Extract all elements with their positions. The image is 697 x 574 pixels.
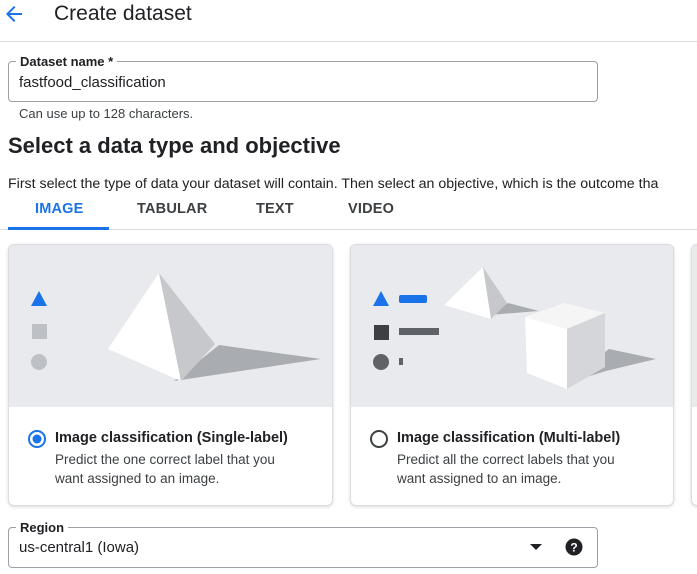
region-value: us-central1 (Iowa) [19,539,140,556]
card-description-multi-label: Predict all the correct labels that you … [397,452,615,486]
tab-image[interactable]: IMAGE [35,201,84,217]
triangle-icon [31,291,47,306]
objective-card-partial[interactable] [691,244,697,506]
circle-icon [373,354,389,370]
tab-video[interactable]: VIDEO [348,201,394,217]
square-icon [374,325,389,340]
card-title-multi-label: Image classification (Multi-label) [397,430,621,446]
square-icon [32,324,47,339]
triangle-icon [373,291,389,306]
multi-label-illustration [351,245,673,407]
tab-text[interactable]: TEXT [256,201,294,217]
partial-card-illustration [692,245,697,407]
single-label-illustration [9,245,332,407]
svg-text:?: ? [570,541,577,555]
page-title: Create dataset [54,2,192,25]
card-title-single-label: Image classification (Single-label) [55,430,288,446]
objective-card-multi-label[interactable]: Image classification (Multi-label) Predi… [350,244,674,506]
page-header: Create dataset [0,0,697,42]
active-tab-indicator [8,227,109,230]
dataset-name-hint: Can use up to 128 characters. [19,106,194,121]
dropdown-arrow-icon[interactable] [529,540,543,554]
dataset-name-field[interactable]: Dataset name * [8,54,598,102]
help-icon[interactable]: ? [565,538,583,556]
tab-tabular[interactable]: TABULAR [137,201,207,217]
objective-card-single-label[interactable]: Image classification (Single-label) Pred… [8,244,333,506]
back-arrow-icon[interactable] [2,2,26,26]
dataset-name-input[interactable] [19,72,579,92]
radio-single-label[interactable] [28,430,46,448]
dataset-name-label: Dataset name * [16,54,118,69]
region-select[interactable]: Region us-central1 (Iowa) ? [8,520,598,568]
section-title: Select a data type and objective [8,133,341,158]
radio-multi-label[interactable] [370,430,388,448]
card-description-single-label: Predict the one correct label that you w… [55,452,275,486]
section-description: First select the type of data your datas… [8,176,659,192]
region-label: Region [16,520,69,535]
circle-icon [31,354,47,370]
